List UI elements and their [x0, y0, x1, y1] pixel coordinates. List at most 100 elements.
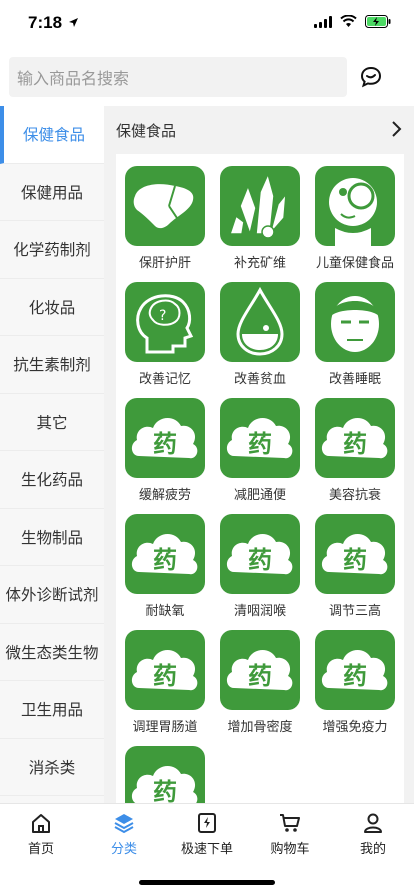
sidebar-item-cosmetics[interactable]: 化妆品 [0, 278, 104, 336]
medicine-cloud-icon: 药 [125, 398, 205, 478]
svg-text:药: 药 [248, 546, 272, 574]
medicine-cloud-icon: 药 [125, 630, 205, 710]
sleepy-face-icon [315, 282, 395, 362]
svg-text:药: 药 [248, 662, 272, 690]
child-icon [315, 166, 395, 246]
crystal-icon [220, 166, 300, 246]
layers-icon [114, 814, 134, 834]
medicine-cloud-icon: 药 [315, 398, 395, 478]
tile-label: 儿童保健食品 [315, 256, 394, 271]
wifi-icon [340, 15, 357, 27]
subcategory-tile[interactable]: 药 调节三高 [310, 514, 400, 619]
tile-label: 改善贫血 [233, 372, 286, 387]
tile-label: 改善记忆 [138, 372, 191, 387]
svg-text:药: 药 [153, 662, 177, 690]
medicine-cloud-icon: 药 [220, 630, 300, 710]
home-icon [32, 814, 50, 833]
svg-text:药: 药 [248, 430, 272, 458]
subcategory-tile[interactable]: 补充矿维 [215, 166, 305, 271]
tile-label: 增加骨密度 [227, 720, 293, 735]
tab-home[interactable]: 首页 [0, 812, 82, 857]
tile-label: 保肝护肝 [138, 256, 191, 271]
subcategory-tile[interactable]: 改善贫血 [215, 282, 305, 387]
content-header[interactable]: 保健食品 [104, 106, 414, 154]
tab-quick-order[interactable]: 极速下单 [166, 812, 248, 857]
sidebar-item-ivd-reagents[interactable]: 体外诊断试剂 [0, 566, 104, 624]
category-content: 保健食品 保肝护肝 补充矿维 儿童保健食品 ? 改善记忆 改善贫血 改善睡眠 药… [104, 106, 414, 803]
svg-text:?: ? [159, 308, 166, 324]
tab-label: 极速下单 [180, 842, 233, 857]
home-indicator [139, 880, 275, 885]
tab-label: 购物车 [270, 842, 310, 857]
subcategory-tile[interactable]: 药 增加骨密度 [215, 630, 305, 735]
cellular-signal-icon [314, 15, 332, 28]
subcategory-tile[interactable]: 保肝护肝 [120, 166, 210, 271]
tile-label: 缓解疲劳 [138, 488, 191, 503]
subcategory-tile[interactable]: 药 减肥通便 [215, 398, 305, 503]
status-time: 7:18 [28, 13, 63, 32]
sidebar-item-health-supplies[interactable]: 保健用品 [0, 163, 104, 221]
user-icon [364, 813, 382, 833]
tile-label: 清咽润喉 [233, 604, 286, 619]
content-title: 保健食品 [116, 121, 177, 140]
sidebar-item-chemical-preparations[interactable]: 化学药制剂 [0, 221, 104, 279]
medicine-cloud-icon: 药 [315, 514, 395, 594]
tab-label: 我的 [359, 842, 386, 857]
chevron-right-icon[interactable] [390, 120, 402, 138]
tile-label: 调节三高 [328, 604, 381, 619]
sidebar-item-biochemical-drugs[interactable]: 生化药品 [0, 451, 104, 509]
cart-icon [280, 814, 300, 832]
medicine-cloud-icon: 药 [125, 746, 205, 803]
liver-icon [125, 166, 205, 246]
svg-text:药: 药 [343, 546, 367, 574]
subcategory-tile[interactable]: 药 美容抗衰 [310, 398, 400, 503]
sidebar-item-antibiotics[interactable]: 抗生素制剂 [0, 336, 104, 394]
subcategory-tile[interactable]: 儿童保健食品 [310, 166, 400, 271]
svg-text:药: 药 [343, 430, 367, 458]
brain-icon: ? [125, 282, 205, 362]
tile-label: 改善睡眠 [328, 372, 381, 387]
subcategory-tile[interactable]: 药 耐缺氧 [120, 514, 210, 619]
subcategory-tile[interactable]: 药 缓解疲劳 [120, 398, 210, 503]
tab-cart[interactable]: 购物车 [249, 812, 331, 857]
search-input[interactable]: 输入商品名搜索 [9, 57, 347, 97]
subcategory-tile[interactable]: 药 调理胃肠道 [120, 630, 210, 735]
location-arrow-icon [69, 18, 78, 27]
tab-profile[interactable]: 我的 [332, 812, 414, 857]
tab-category[interactable]: 分类 [83, 812, 165, 857]
message-icon[interactable] [358, 64, 384, 90]
tile-label: 调理胃肠道 [132, 720, 198, 735]
tile-label: 美容抗衰 [328, 488, 381, 503]
quick-order-icon [198, 813, 216, 833]
subcategory-tile[interactable]: 药 增强免疫力 [310, 630, 400, 735]
sidebar-item-hygiene-products[interactable]: 卫生用品 [0, 681, 104, 739]
medicine-cloud-icon: 药 [125, 514, 205, 594]
medicine-cloud-icon: 药 [220, 514, 300, 594]
sidebar-item-probiotics[interactable]: 微生态类生物 [0, 623, 104, 681]
svg-text:药: 药 [153, 430, 177, 458]
subcategory-tile[interactable]: ? 改善记忆 [120, 282, 210, 387]
search-bar: 输入商品名搜索 [0, 48, 414, 106]
status-icons [314, 15, 392, 28]
sidebar-item-other[interactable]: 其它 [0, 393, 104, 451]
blood-drop-icon [220, 282, 300, 362]
medicine-cloud-icon: 药 [315, 630, 395, 710]
subcategory-tile[interactable]: 改善睡眠 [310, 282, 400, 387]
tab-label: 分类 [110, 842, 137, 857]
subcategory-tile[interactable]: 药 [120, 746, 210, 803]
sidebar-item-biological-products[interactable]: 生物制品 [0, 508, 104, 566]
tab-label: 首页 [27, 842, 54, 857]
svg-text:药: 药 [343, 662, 367, 690]
sidebar-item-health-food[interactable]: 保健食品 [0, 106, 104, 164]
category-sidebar: 保健食品 保健用品 化学药制剂 化妆品 抗生素制剂 其它 生化药品 生物制品 体… [0, 106, 104, 803]
status-bar: 7:18 [0, 0, 414, 48]
tile-label: 耐缺氧 [145, 604, 185, 619]
tile-label: 减肥通便 [233, 488, 286, 503]
subcategory-grid: 保肝护肝 补充矿维 儿童保健食品 ? 改善记忆 改善贫血 改善睡眠 药 缓解疲劳… [116, 154, 404, 803]
battery-charging-icon [365, 15, 391, 28]
sidebar-item-disinfection[interactable]: 消杀类 [0, 738, 104, 796]
subcategory-tile[interactable]: 药 清咽润喉 [215, 514, 305, 619]
tile-label: 增强免疫力 [322, 720, 388, 735]
svg-text:药: 药 [153, 778, 177, 803]
tile-label: 补充矿维 [233, 256, 286, 271]
